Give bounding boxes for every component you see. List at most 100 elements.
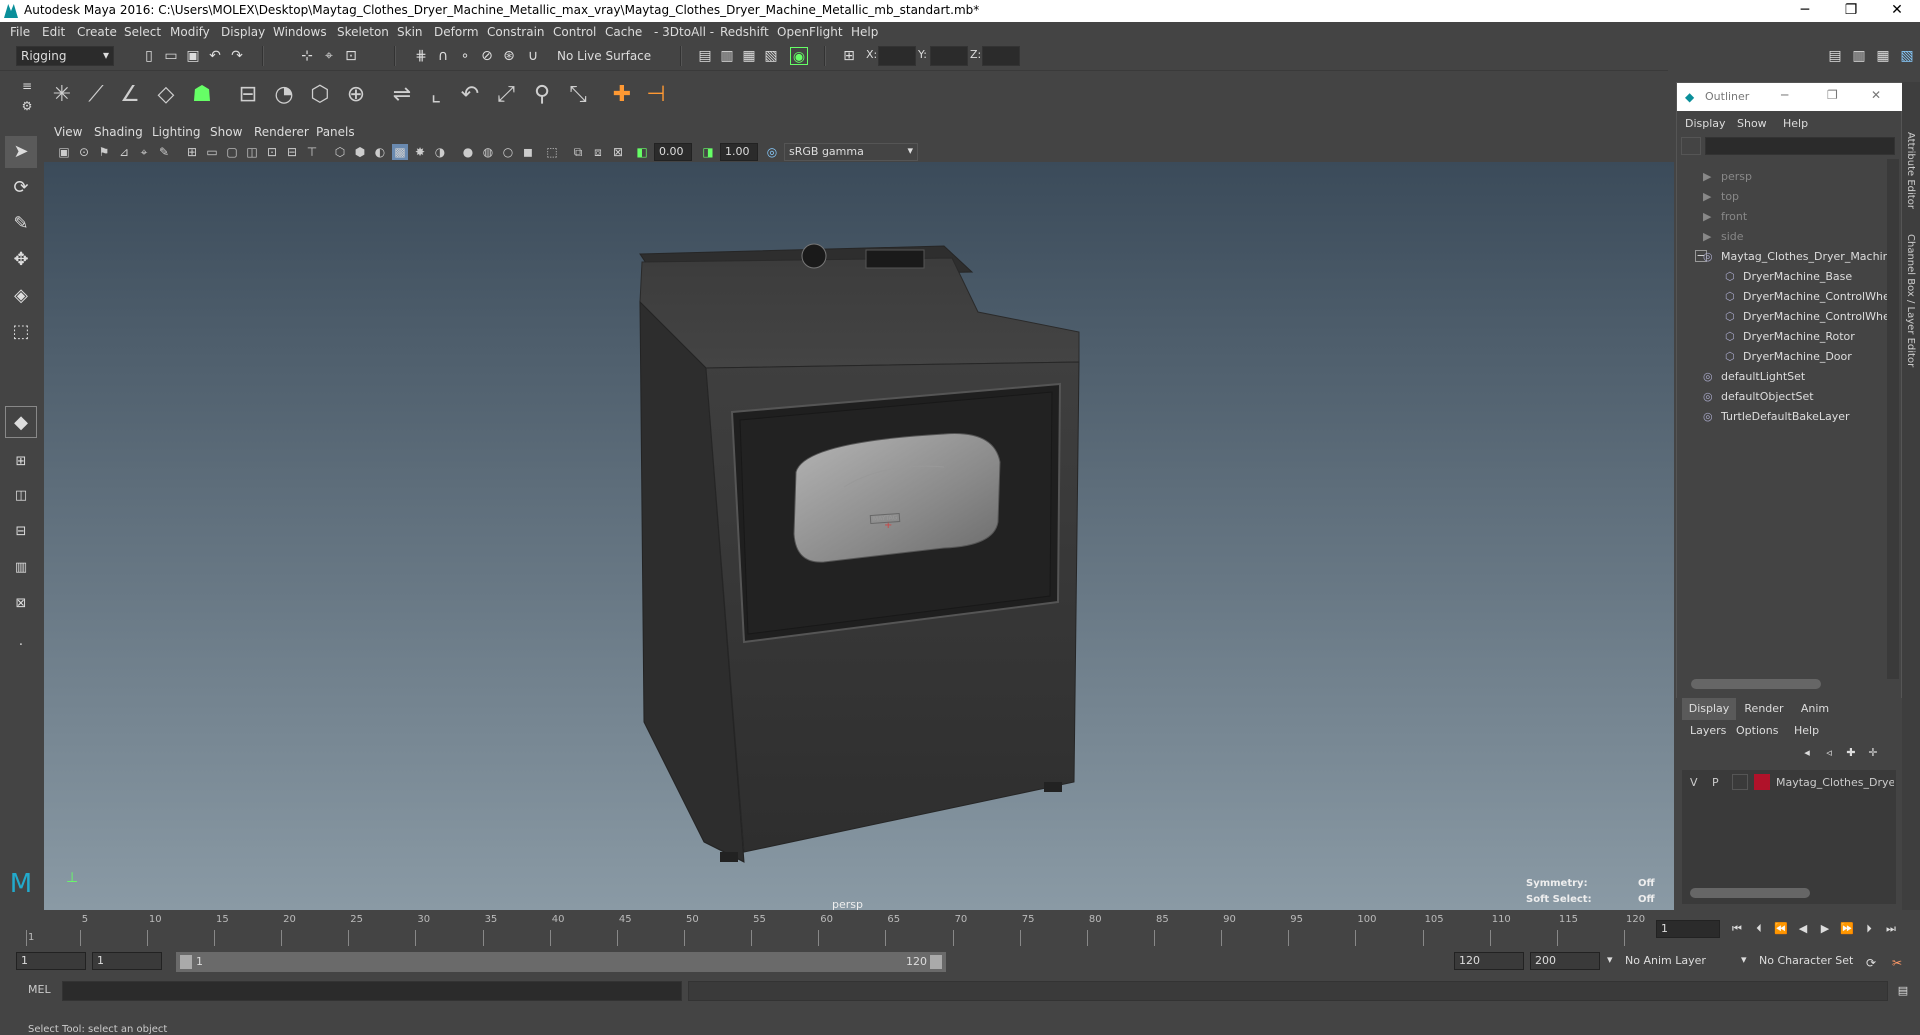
outliner-menu-show[interactable]: Show (1737, 117, 1767, 130)
tab-display[interactable]: Display (1682, 698, 1736, 720)
camera-attr-icon[interactable]: ⊙ (76, 144, 92, 160)
skeleton-icon[interactable]: ☗ (186, 79, 218, 111)
layer-type-toggle[interactable] (1732, 774, 1748, 790)
range-handle-right[interactable] (930, 955, 942, 969)
persp-graph-icon[interactable]: ⊟ (5, 516, 37, 548)
outliner-search-input[interactable] (1705, 137, 1895, 155)
start-time-field[interactable]: 1 (16, 952, 86, 970)
gate-mask-icon[interactable]: ◫ (244, 144, 260, 160)
close-button[interactable]: ✕ (1874, 0, 1920, 22)
end-time-field[interactable]: 200 (1530, 952, 1600, 970)
tab-anim[interactable]: Anim (1792, 698, 1838, 720)
layer-visibility-toggle[interactable]: V (1690, 776, 1698, 789)
move-layer-down-icon[interactable]: ◃ (1820, 744, 1838, 762)
time-ruler[interactable]: 1 5 10 15 20 25 30 35 40 45 50 55 60 65 70 75 80 85 90 95 10… (22, 912, 1650, 948)
redo-icon[interactable]: ↷ (228, 47, 246, 65)
outliner-menu-display[interactable]: Display (1685, 117, 1726, 130)
smooth-shade-icon[interactable]: ⬢ (352, 144, 368, 160)
menu-cache[interactable]: Cache (605, 25, 642, 39)
use-all-lights-icon[interactable]: ✸ (412, 144, 428, 160)
menu-constrain[interactable]: Constrain (487, 25, 545, 39)
render-view-icon[interactable]: ◉ (790, 47, 808, 65)
hypershade-icon[interactable]: ▧ (762, 47, 780, 65)
menu-deform[interactable]: Deform (434, 25, 479, 39)
menu-redshift[interactable]: Redshift (720, 25, 769, 39)
new-layer-selected-icon[interactable]: ✛ (1864, 744, 1882, 762)
persp-outliner-icon[interactable]: ◫ (5, 480, 37, 512)
outliner-item[interactable]: ⬡ DryerMachine_ControlWheel (1677, 307, 1887, 327)
current-frame-field[interactable]: 1 (1656, 920, 1720, 938)
joint-tool-icon[interactable]: ✳ (46, 79, 78, 111)
color-management-icon[interactable]: ◎ (764, 144, 780, 160)
locator-icon[interactable]: ✚ (606, 79, 638, 111)
field-chart-icon[interactable]: ⊡ (264, 144, 280, 160)
select-hierarchy-icon[interactable]: ⊹ (298, 47, 316, 65)
layer-hscroll[interactable] (1690, 888, 1810, 898)
film-gate-icon[interactable]: ▭ (204, 144, 220, 160)
menu-create[interactable]: Create (77, 25, 117, 39)
aim-constraint-icon[interactable]: ↶ (454, 79, 486, 111)
outliner-close-button[interactable]: ✕ (1871, 88, 1881, 102)
outliner-menu-help[interactable]: Help (1783, 117, 1808, 130)
anim-layer-dropdown[interactable]: ▾ No Anim Layer (1607, 952, 1742, 970)
default-lighting-icon[interactable]: ◐ (372, 144, 388, 160)
script-editor-layout-icon[interactable]: ⊠ (5, 588, 37, 620)
magnet-icon[interactable]: ∪ (524, 47, 542, 65)
menu-control[interactable]: Control (553, 25, 596, 39)
viewport[interactable]: + MAYTAG ⊥ persp Symmetry: Off Soft Sele… (44, 162, 1674, 911)
play-forward-icon[interactable]: ▶ (1816, 920, 1834, 938)
rotate-tool-icon[interactable]: ◈ (5, 280, 37, 312)
tab-channel-box[interactable]: Channel Box / Layer Editor (1905, 234, 1916, 367)
four-view-icon[interactable]: ⊞ (5, 446, 37, 478)
outliner-item[interactable]: ⬡ DryerMachine_Rotor (1677, 327, 1887, 347)
preferences-icon[interactable]: ✂ (1888, 954, 1906, 972)
grease-pencil-icon[interactable]: ✎ (156, 144, 172, 160)
lattice-icon[interactable]: ⬡ (304, 79, 336, 111)
menu-skin[interactable]: Skin (397, 25, 423, 39)
modeling-toolkit-icon[interactable]: ▤ (1826, 47, 1844, 65)
layer-color-swatch[interactable] (1754, 774, 1770, 790)
channel-box-toggle-icon[interactable]: ▧ (1898, 47, 1916, 65)
dryer-model[interactable]: + (44, 162, 1674, 910)
exposure-icon[interactable]: ◧ (634, 144, 650, 160)
outliner-item[interactable]: ◎ defaultLightSet (1677, 367, 1887, 387)
snap-surface-icon[interactable]: ⊛ (500, 47, 518, 65)
panel-menu-renderer[interactable]: Renderer (254, 125, 309, 139)
depth-of-field-icon[interactable]: ◼ (520, 144, 536, 160)
step-back-icon[interactable]: ⏴ (1750, 920, 1768, 938)
grid-icon[interactable]: ⊞ (184, 144, 200, 160)
layers-menu-options[interactable]: Options (1736, 724, 1778, 737)
undo-icon[interactable]: ↶ (206, 47, 224, 65)
save-scene-icon[interactable]: ▣ (184, 47, 202, 65)
bookmark-icon[interactable]: ⚑ (96, 144, 112, 160)
range-bar[interactable]: 1 120 (176, 952, 946, 972)
single-perspective-icon[interactable]: ◆ (5, 406, 37, 438)
outliner-item[interactable]: ⬡ DryerMachine_Base (1677, 267, 1887, 287)
play-backward-icon[interactable]: ◀ (1794, 920, 1812, 938)
outliner-hscroll[interactable] (1691, 679, 1821, 689)
ambient-occlusion-icon[interactable]: ● (460, 144, 476, 160)
shelf-menu-icon[interactable]: ≡ (18, 77, 36, 95)
command-input[interactable] (62, 981, 682, 1001)
step-forward-key-icon[interactable]: ⏩ (1838, 920, 1856, 938)
script-editor-icon[interactable]: ▤ (1894, 982, 1912, 1000)
color-space-dropdown[interactable]: sRGB gamma ▾ (784, 143, 918, 161)
panel-menu-shading[interactable]: Shading (94, 125, 143, 139)
anti-aliasing-icon[interactable]: ○ (500, 144, 516, 160)
outliner-item[interactable]: ⬡ DryerMachine_Door (1677, 347, 1887, 367)
menu-select[interactable]: Select (124, 25, 161, 39)
collapse-icon[interactable]: · (5, 630, 37, 662)
xray-components-icon[interactable]: ⊠ (610, 144, 626, 160)
isolate-select-icon[interactable]: ⬚ (544, 144, 560, 160)
paint-weights-icon[interactable]: ◔ (268, 79, 300, 111)
gamma-icon[interactable]: ◨ (700, 144, 716, 160)
outliner-item[interactable]: ⬡ DryerMachine_ControlWheel (1677, 287, 1887, 307)
parent-constraint-icon[interactable]: ⚲ (526, 79, 558, 111)
x-field[interactable] (878, 46, 916, 66)
resolution-gate-icon[interactable]: ▢ (224, 144, 240, 160)
shelf-settings-icon[interactable]: ⚙ (18, 97, 36, 115)
point-constraint-icon[interactable]: ⇌ (386, 79, 418, 111)
render-frame-icon[interactable]: ▤ (696, 47, 714, 65)
tool-settings-toggle-icon[interactable]: ▦ (1874, 47, 1892, 65)
exposure-field[interactable]: 0.00 (654, 143, 692, 161)
